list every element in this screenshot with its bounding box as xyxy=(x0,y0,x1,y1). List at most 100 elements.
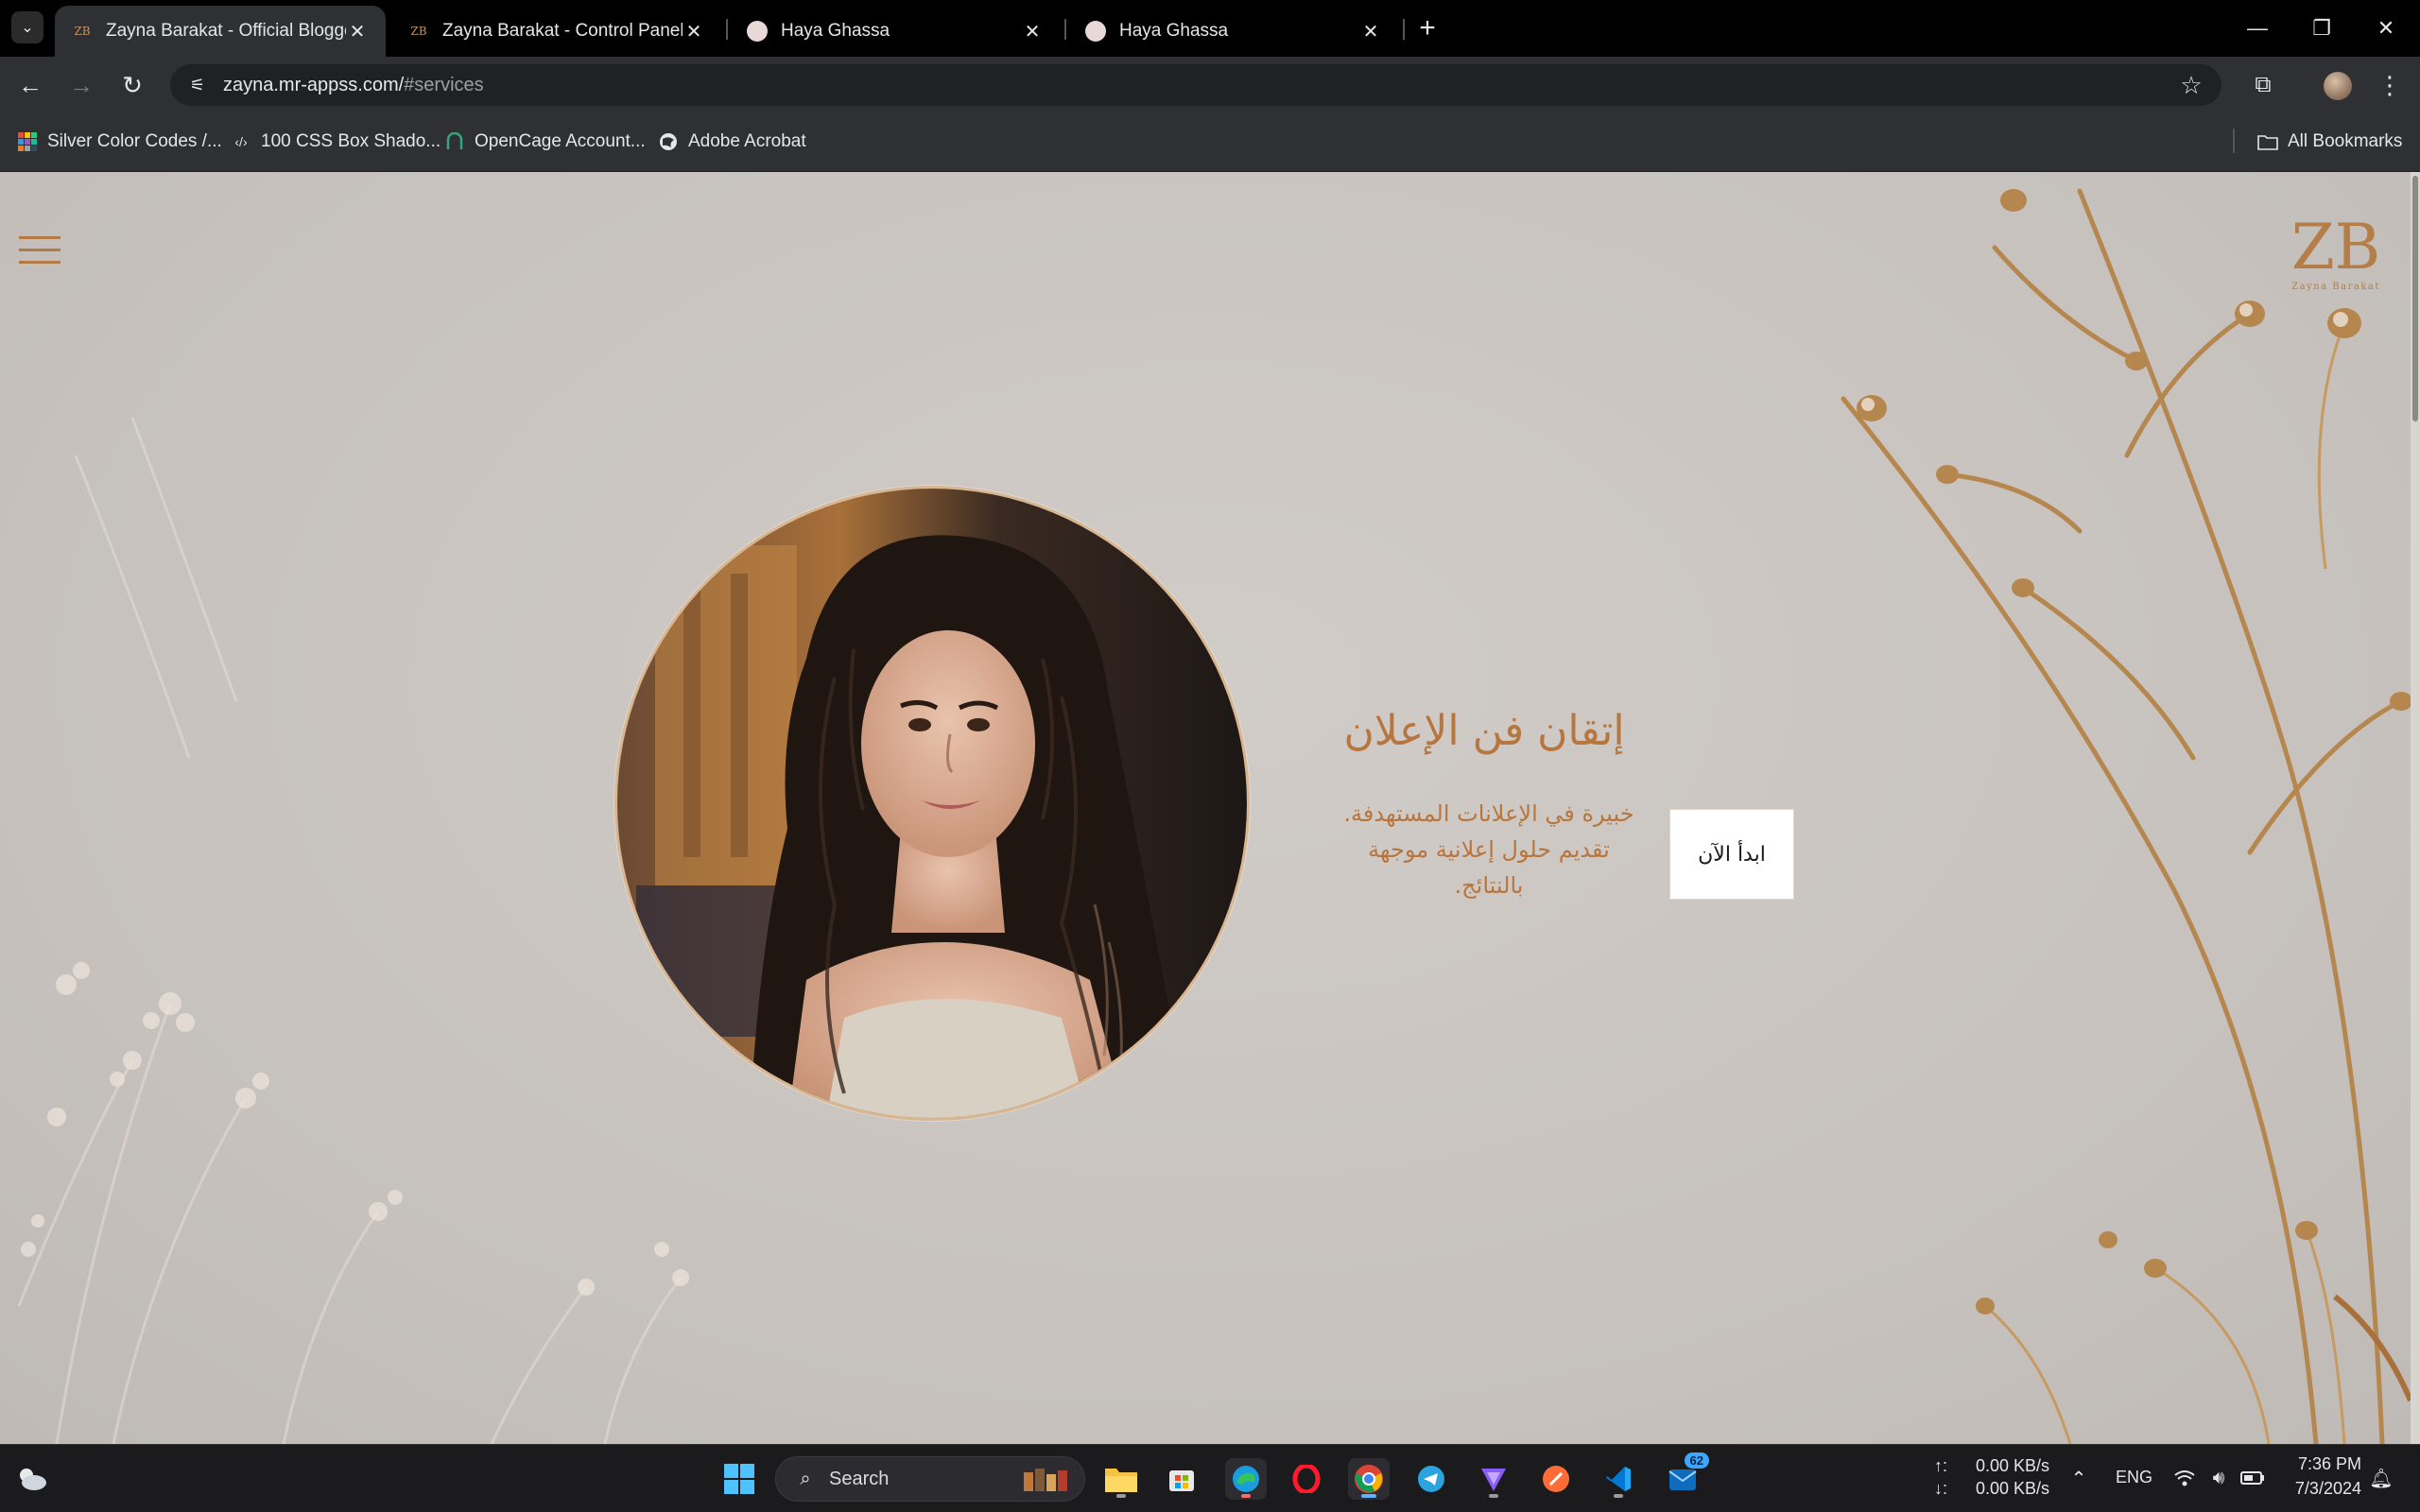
round-avatar-icon xyxy=(747,21,768,42)
browser-menu-icon[interactable]: ⋮ xyxy=(2375,70,2405,100)
window-close-icon[interactable]: ✕ xyxy=(2367,9,2405,47)
page-scrollbar[interactable] xyxy=(2411,172,2420,1444)
download-arrow-label: ↓: xyxy=(1934,1479,1948,1498)
chevron-up-icon[interactable]: ⌃ xyxy=(2065,1464,2093,1492)
bookmark-css-box-shadows[interactable]: ‹/› 100 CSS Box Shado... xyxy=(231,127,441,157)
taskbar-search-box[interactable]: ⌕ Search xyxy=(775,1456,1085,1502)
tab-separator xyxy=(726,19,728,40)
vscode-icon[interactable] xyxy=(1598,1458,1639,1500)
network-download-speed: 0.00 KB/s xyxy=(1976,1479,2050,1498)
zb-logo-icon: ZB xyxy=(410,25,427,38)
windows-taskbar: ⌕ Search 62 ↑: ↓: 0.00 KB/s 0.00 KB/s ⌃ … xyxy=(0,1444,2420,1512)
hero-desc-line: بالنتائج. xyxy=(1454,872,1524,899)
close-icon[interactable]: ✕ xyxy=(1021,20,1044,43)
search-icon: ⌕ xyxy=(800,1468,811,1489)
address-bar[interactable]: ⚟ zayna.mr-appss.com/#services ☆ xyxy=(170,64,2221,106)
bookmark-label: OpenCage Account... xyxy=(475,131,646,151)
tab-haya-ghassa-1[interactable]: Haya Ghassa ✕ xyxy=(730,6,1061,57)
battery-icon[interactable] xyxy=(2238,1464,2267,1492)
tab-strip: ⌄ ZB Zayna Barakat - Official Blogger ✕ … xyxy=(0,0,2420,57)
hamburger-line xyxy=(19,249,60,251)
browser-toolbar: ← → ↻ ⚟ zayna.mr-appss.com/#services ☆ xyxy=(0,57,2420,113)
color-grid-icon xyxy=(17,131,38,152)
vpn-triangle-icon[interactable] xyxy=(1473,1458,1514,1500)
close-icon[interactable]: ✕ xyxy=(683,20,705,43)
running-indicator xyxy=(1361,1494,1376,1498)
notification-bell-icon[interactable]: 🔔︎ xyxy=(2367,1464,2395,1492)
all-bookmarks-button[interactable]: All Bookmarks xyxy=(2257,127,2402,157)
tab-separator xyxy=(1403,19,1405,40)
chrome-browser-icon[interactable] xyxy=(1348,1458,1390,1500)
bookmark-star-icon[interactable]: ☆ xyxy=(2176,70,2206,100)
forward-arrow-icon[interactable]: → xyxy=(66,70,96,100)
hero-desc-line: خبيرة في الإعلانات المستهدفة. xyxy=(1343,800,1634,827)
bookmark-label: Adobe Acrobat xyxy=(688,131,806,151)
bookmark-opencage-account[interactable]: OpenCage Account... xyxy=(444,127,646,157)
bookmarks-bar: Silver Color Codes /... ‹/› 100 CSS Box … xyxy=(0,113,2420,172)
minimize-icon[interactable]: — xyxy=(2238,9,2276,47)
windows-start-icon[interactable] xyxy=(718,1458,760,1500)
tab-zayna-control-panel[interactable]: ZB Zayna Barakat - Control Panel ✕ xyxy=(391,6,722,57)
new-tab-plus-icon[interactable]: + xyxy=(1412,12,1443,43)
zb-logo-icon: ZB xyxy=(74,25,91,38)
bookmark-adobe-acrobat[interactable]: Adobe Acrobat xyxy=(658,127,806,157)
taskbar-search-label: Search xyxy=(829,1468,890,1489)
language-indicator[interactable]: ENG xyxy=(2116,1468,2152,1487)
hero-title: إتقان فن الإعلان xyxy=(1343,707,1625,755)
url-text[interactable]: zayna.mr-appss.com/#services xyxy=(223,75,484,96)
bookmark-label: 100 CSS Box Shado... xyxy=(261,131,441,151)
hamburger-line xyxy=(19,261,60,264)
tab-haya-ghassa-2[interactable]: Haya Ghassa ✕ xyxy=(1068,6,1399,57)
tab-title: Zayna Barakat - Official Blogger xyxy=(106,21,346,41)
profile-avatar[interactable] xyxy=(2324,72,2352,100)
extensions-puzzle-icon[interactable]: ⧉ xyxy=(2248,70,2278,100)
logo-monogram: ZB xyxy=(2291,211,2380,284)
scrollbar-thumb[interactable] xyxy=(2412,176,2418,421)
file-explorer-icon[interactable] xyxy=(1100,1458,1142,1500)
hamburger-line xyxy=(19,236,60,239)
postman-icon[interactable] xyxy=(1535,1458,1577,1500)
portrait-photo xyxy=(614,486,1250,1121)
volume-icon[interactable]: 🔊︎ xyxy=(2204,1464,2233,1492)
telegram-icon[interactable] xyxy=(1410,1458,1452,1500)
running-indicator xyxy=(1614,1494,1623,1498)
search-highlight-icon xyxy=(1024,1469,1067,1491)
services-page: ZB Zayna Barakat إتقان فن الإعلان خبيرة … xyxy=(0,172,2420,1444)
site-settings-icon[interactable]: ⚟ xyxy=(183,71,212,99)
network-upload-speed: 0.00 KB/s xyxy=(1976,1456,2050,1475)
bookmark-label: Silver Color Codes /... xyxy=(47,131,222,151)
round-avatar-icon xyxy=(1085,21,1106,42)
globe-icon xyxy=(658,131,679,152)
bookmark-label: All Bookmarks xyxy=(2288,131,2403,151)
reload-icon[interactable]: ↻ xyxy=(117,70,147,100)
opera-browser-icon[interactable] xyxy=(1286,1458,1327,1500)
close-icon[interactable]: ✕ xyxy=(1359,20,1382,43)
microsoft-store-icon[interactable] xyxy=(1161,1458,1202,1500)
mail-icon[interactable]: 62 xyxy=(1662,1452,1709,1500)
tab-title: Zayna Barakat - Control Panel xyxy=(442,21,683,41)
start-now-button[interactable]: ابدأ الآن xyxy=(1669,809,1794,900)
running-indicator xyxy=(1241,1494,1251,1498)
wifi-icon[interactable] xyxy=(2170,1464,2199,1492)
zb-brand-logo[interactable]: ZB Zayna Barakat xyxy=(2284,206,2388,293)
weather-cloud-icon[interactable] xyxy=(15,1462,49,1496)
menu-hamburger-icon[interactable] xyxy=(19,234,64,266)
clock-date[interactable]: 7/3/2024 xyxy=(2288,1479,2361,1499)
restore-icon[interactable]: ❐ xyxy=(2303,9,2341,47)
tab-separator xyxy=(1064,19,1066,40)
code-icon: ‹/› xyxy=(234,134,248,149)
edge-browser-icon[interactable] xyxy=(1225,1458,1267,1500)
back-arrow-icon[interactable]: ← xyxy=(15,70,45,100)
clock-time[interactable]: 7:36 PM xyxy=(2295,1454,2361,1474)
running-indicator xyxy=(1116,1494,1126,1498)
tab-search-dropdown-icon[interactable]: ⌄ xyxy=(11,11,43,43)
upload-arrow-label: ↑: xyxy=(1934,1456,1948,1475)
hero-description: خبيرة في الإعلانات المستهدفة. تقديم حلول… xyxy=(1333,796,1645,903)
tab-zayna-official-blogger[interactable]: ZB Zayna Barakat - Official Blogger ✕ xyxy=(55,6,386,57)
bookmark-silver-color-codes[interactable]: Silver Color Codes /... xyxy=(17,127,222,157)
running-indicator xyxy=(1489,1494,1498,1498)
url-host: zayna.mr-appss.com/ xyxy=(223,74,405,95)
logo-caption: Zayna Barakat xyxy=(2291,282,2380,292)
hero-desc-line: تقديم حلول إعلانية موجهة xyxy=(1368,836,1610,863)
close-icon[interactable]: ✕ xyxy=(346,20,369,43)
